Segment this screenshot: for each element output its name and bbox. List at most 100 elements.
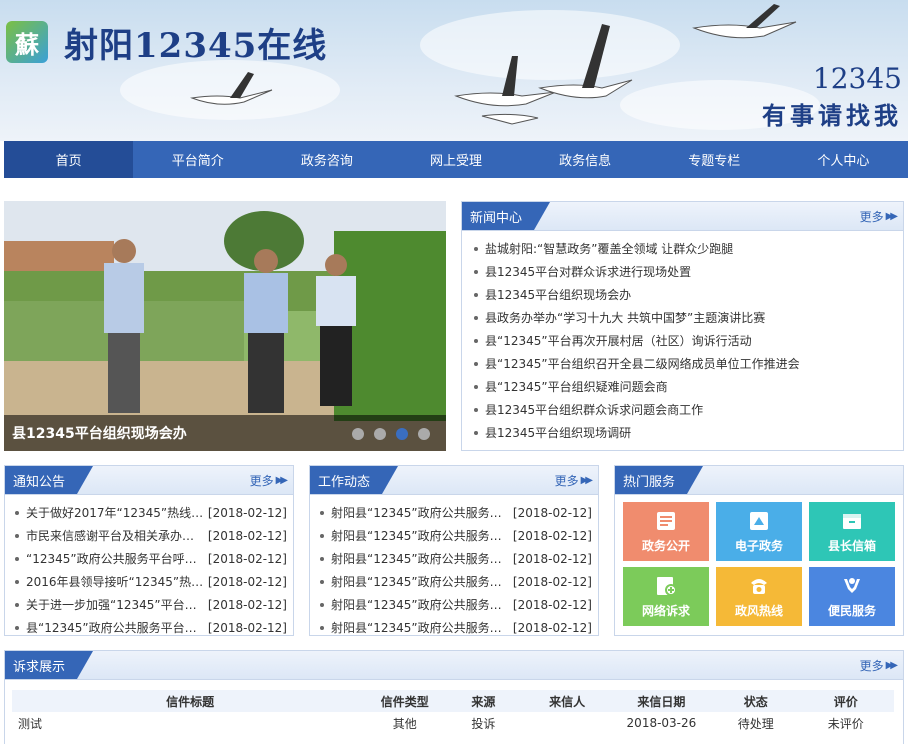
bullet-icon xyxy=(474,407,478,412)
list-item[interactable]: 县“12345”平台再次开展村居（社区）询诉行活动 xyxy=(474,329,903,352)
slide-dot[interactable] xyxy=(374,428,386,440)
nav-item-gov-info[interactable]: 政务信息 xyxy=(521,141,650,178)
service-mailbox[interactable]: 县长信箱 xyxy=(809,502,895,561)
work-title[interactable]: 射阳县“12345”政府公共服务平台... xyxy=(331,596,509,613)
column-header: 来信人 xyxy=(525,690,610,712)
news-title[interactable]: 县12345平台组织群众诉求问题会商工作 xyxy=(485,401,703,418)
list-item[interactable]: 2016年县领导接听“12345”热线... [2018-02-12] xyxy=(15,570,287,593)
work-title[interactable]: 射阳县“12345”政府公共服务平台... xyxy=(331,550,509,567)
nav-item-personal-center[interactable]: 个人中心 xyxy=(779,141,908,178)
list-item[interactable]: 盐城射阳:“智慧政务”覆盖全领域 让群众少跑腿 xyxy=(474,237,903,260)
more-label: 更多 xyxy=(859,210,884,224)
slide-dot[interactable] xyxy=(352,428,364,440)
list-item[interactable]: 市民来信感谢平台及相关承办单... [2018-02-12] xyxy=(15,524,287,547)
panel-title-text: 工作动态 xyxy=(318,474,371,490)
work-date: [2018-02-12] xyxy=(512,551,592,566)
service-online-appeal[interactable]: 网络诉求 xyxy=(623,567,709,626)
list-item[interactable]: 关于做好2017年“12345”热线春... [2018-02-12] xyxy=(15,501,287,524)
photo-slideshow[interactable]: 县12345平台组织现场会办 xyxy=(4,201,446,451)
service-e-government[interactable]: 电子政务 xyxy=(716,502,802,561)
appeal-title[interactable]: 测试 xyxy=(12,712,368,734)
news-title[interactable]: 县政务办举办“学习十九大 共筑中国梦”主题演讲比赛 xyxy=(485,309,765,326)
online-appeal-icon xyxy=(657,576,677,596)
notice-title[interactable]: 市民来信感谢平台及相关承办单... xyxy=(26,527,204,544)
table-header-row: 信件标题 信件类型 来源 来信人 来信日期 状态 评价 xyxy=(12,690,894,712)
bullet-icon xyxy=(320,625,324,630)
slide-dot-active[interactable] xyxy=(396,428,408,440)
appeal-status: 待处理 xyxy=(737,716,774,731)
work-title[interactable]: 射阳县“12345”政府公共服务平台... xyxy=(331,573,509,590)
panel-title: 新闻中心 xyxy=(462,202,551,230)
slide-dot[interactable] xyxy=(418,428,430,440)
double-arrow-icon: ▶▶ xyxy=(885,660,899,671)
list-item[interactable]: 县12345平台组织现场会办 xyxy=(474,283,903,306)
service-hotline[interactable]: 政风热线 xyxy=(716,567,802,626)
panel-header: 工作动态 更多 ▶▶ xyxy=(310,466,598,495)
list-item[interactable]: 县“12345”政府公共服务平台201... [2018-02-12] xyxy=(15,616,287,639)
service-label: 网络诉求 xyxy=(641,603,690,618)
more-link[interactable]: 更多 ▶▶ xyxy=(860,657,899,674)
list-item[interactable]: 射阳县“12345”政府公共服务平台... [2018-02-12] xyxy=(320,547,592,570)
work-date: [2018-02-12] xyxy=(512,505,592,520)
bullet-icon xyxy=(15,625,19,630)
list-item[interactable]: 县“12345”平台组织疑难问题会商 xyxy=(474,375,903,398)
bullet-icon xyxy=(320,579,324,584)
work-date: [2018-02-12] xyxy=(512,620,592,635)
news-title[interactable]: 县“12345”平台组织召开全县二级网络成员单位工作推进会 xyxy=(485,355,800,372)
site-banner: 蘇 射阳12345在线 12345 有事请找我 xyxy=(0,0,908,141)
service-convenience[interactable]: 便民服务 xyxy=(809,567,895,626)
bullet-icon xyxy=(15,602,19,607)
notice-date: [2018-02-12] xyxy=(207,528,287,543)
bullet-icon xyxy=(474,384,478,389)
list-item[interactable]: 县12345平台组织群众诉求问题会商工作 xyxy=(474,398,903,421)
notice-title[interactable]: 关于进一步加强“12345”平台工单... xyxy=(26,596,204,613)
bullet-icon xyxy=(15,579,19,584)
nav-item-platform-intro[interactable]: 平台简介 xyxy=(133,141,262,178)
list-item[interactable]: 射阳县“12345”政府公共服务平台... [2018-02-12] xyxy=(320,524,592,547)
service-grid: 政务公开 电子政务 县长信箱 网络诉求 政风热线 便民服务 xyxy=(623,502,895,626)
nav-item-special-topics[interactable]: 专题专栏 xyxy=(650,141,779,178)
news-title[interactable]: 县12345平台对群众诉求进行现场处置 xyxy=(485,263,691,280)
list-item[interactable]: 射阳县“12345”政府公共服务平台... [2018-02-12] xyxy=(320,570,592,593)
double-arrow-icon: ▶▶ xyxy=(275,475,289,486)
nav-item-online-acceptance[interactable]: 网上受理 xyxy=(391,141,520,178)
notice-title[interactable]: “12345”政府公共服务平台呼叫中... xyxy=(26,550,204,567)
news-center-panel: 新闻中心 更多 ▶▶ 盐城射阳:“智慧政务”覆盖全领域 让群众少跑腿 县12345… xyxy=(461,201,904,451)
work-title[interactable]: 射阳县“12345”政府公共服务平台... xyxy=(331,619,509,636)
news-title[interactable]: 县12345平台组织现场调研 xyxy=(485,424,631,441)
nav-item-consulting[interactable]: 政务咨询 xyxy=(262,141,391,178)
list-item[interactable]: 射阳县“12345”政府公共服务平台... [2018-02-12] xyxy=(320,501,592,524)
list-item[interactable]: 县12345平台组织现场调研 xyxy=(474,421,903,444)
list-item[interactable]: “12345”政府公共服务平台呼叫中... [2018-02-12] xyxy=(15,547,287,570)
more-link[interactable]: 更多 ▶▶ xyxy=(554,472,594,489)
news-title[interactable]: 县“12345”平台再次开展村居（社区）询诉行活动 xyxy=(485,332,752,349)
helping-hands-icon xyxy=(844,577,860,593)
main-nav: 首页 平台简介 政务咨询 网上受理 政务信息 专题专栏 个人中心 xyxy=(4,141,908,178)
bullet-icon xyxy=(320,556,324,561)
news-title[interactable]: 县“12345”平台组织疑难问题会商 xyxy=(485,378,668,395)
bullet-icon xyxy=(474,246,478,251)
notice-title[interactable]: 关于做好2017年“12345”热线春... xyxy=(26,504,204,521)
column-header: 信件类型 xyxy=(368,690,442,712)
work-title[interactable]: 射阳县“12345”政府公共服务平台... xyxy=(331,527,509,544)
news-title[interactable]: 盐城射阳:“智慧政务”覆盖全领域 让群众少跑腿 xyxy=(485,240,733,257)
more-link[interactable]: 更多 ▶▶ xyxy=(249,472,289,489)
list-item[interactable]: 关于进一步加强“12345”平台工单... [2018-02-12] xyxy=(15,593,287,616)
table-row[interactable]: 测试 其他 投诉 2018-03-26 待处理 未评价 xyxy=(12,712,894,734)
more-label: 更多 xyxy=(554,474,579,488)
notice-title[interactable]: 县“12345”政府公共服务平台201... xyxy=(26,619,204,636)
list-item[interactable]: 射阳县“12345”政府公共服务平台... [2018-02-12] xyxy=(320,616,592,639)
more-label: 更多 xyxy=(249,474,274,488)
list-item[interactable]: 县政务办举办“学习十九大 共筑中国梦”主题演讲比赛 xyxy=(474,306,903,329)
list-item[interactable]: 射阳县“12345”政府公共服务平台... [2018-02-12] xyxy=(320,593,592,616)
site-logo[interactable]: 蘇 xyxy=(6,21,48,63)
list-item[interactable]: 县“12345”平台组织召开全县二级网络成员单位工作推进会 xyxy=(474,352,903,375)
work-title[interactable]: 射阳县“12345”政府公共服务平台... xyxy=(331,504,509,521)
list-item[interactable]: 县12345平台对群众诉求进行现场处置 xyxy=(474,260,903,283)
notice-date: [2018-02-12] xyxy=(207,620,287,635)
notice-title[interactable]: 2016年县领导接听“12345”热线... xyxy=(26,573,204,590)
news-title[interactable]: 县12345平台组织现场会办 xyxy=(485,286,631,303)
nav-item-home[interactable]: 首页 xyxy=(4,141,134,178)
service-gov-disclosure[interactable]: 政务公开 xyxy=(623,502,709,561)
more-link[interactable]: 更多 ▶▶ xyxy=(859,208,899,225)
